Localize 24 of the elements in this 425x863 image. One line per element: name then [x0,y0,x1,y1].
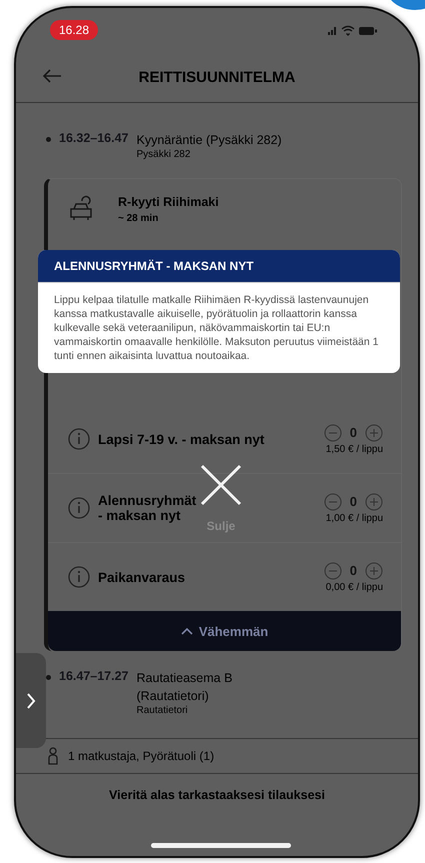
stop-detail: Pysäkki 282 [136,149,192,160]
ticket-count: 0 [350,563,357,578]
ticket-count: 0 [350,425,357,440]
stop-detail: Rautatietori [136,705,189,716]
ticket-price: 1,00 € / lippu [326,512,383,524]
ticket-count: 0 [350,494,357,509]
stop-name: Rautatieasema B (Rautatietori) [136,670,234,705]
dialog-text: Lippu kelpaa tilatulle matkalle Riihimäen R-kyydissä lastenvaunujen kanssa matkustavalle aikuiselle, pyörätuolin ja rollaattorin kanssa kulkevalle sekä veteraanilipun, näkövammaiskortin tai EU:n vammaiskortin omaavalle henkilölle. Maksuton peruutus viimeistään 1 tunti ennen aikaisinta luvattua noutoaikaa. [53,293,380,364]
ticket-price: 0,00 € / lippu [326,582,383,592]
ticket-label: Paikanvaraus [98,570,186,584]
ticket-price: 1,50 € / lippu [326,444,383,454]
passenger-summary: 1 matkustaja, Pyörätuoli (1) [68,749,214,763]
stop-time: 16.47–17.27 [59,669,129,683]
ticket-label: Alennusryhmät - maksan nyt [98,493,198,523]
stop-time: 16.32–16.47 [59,131,129,145]
ticket-label: Lapsi 7-19 v. - maksan nyt [98,432,266,446]
stop-name: Kyynäräntie (Pysäkki 282) [136,132,282,149]
scroll-hint: Vieritä alas tarkastaaksesi tilauksesi [108,788,326,802]
page-title: REITTISUUNNITELMA [138,68,296,86]
collapse-button[interactable]: Vähemmän [48,611,401,651]
dialog-title: ALENNUSRYHMÄT - MAKSAN NYT [38,250,400,283]
ride-duration: ~ 28 min [118,213,160,224]
ride-title: R-kyyti Riihimaki [118,195,219,209]
status-time: 16.28 [50,20,98,40]
